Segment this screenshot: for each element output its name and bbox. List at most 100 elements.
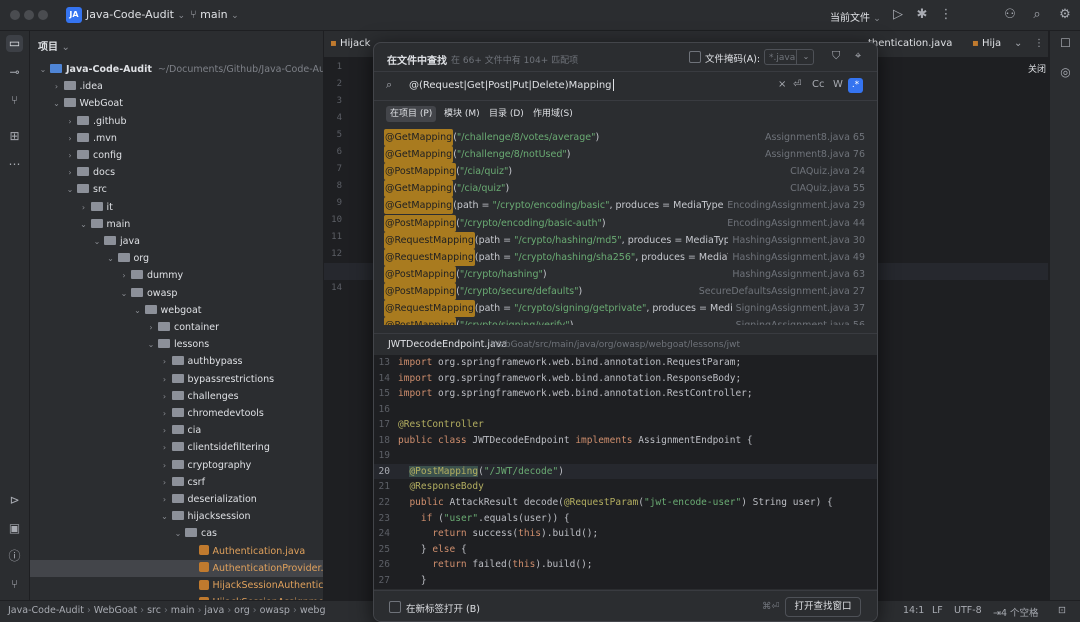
tree-item[interactable]: › chromedevtools — [30, 405, 323, 422]
result-row[interactable]: @PostMapping("/crypto/hashing") HashingAs… — [374, 265, 877, 283]
breadcrumb-item[interactable]: java — [204, 605, 224, 616]
chevron-right-icon[interactable]: › — [160, 388, 170, 405]
more-icon[interactable]: ⋮ — [938, 7, 954, 23]
tree-item[interactable]: › cryptography — [30, 457, 323, 474]
tree-item[interactable]: › cia — [30, 422, 323, 439]
search-input[interactable]: @(Request|Get|Post|Put|Delete)Mapping — [409, 79, 614, 91]
scope-tab[interactable]: 在项目 (P) — [386, 106, 437, 122]
clear-icon[interactable]: × — [778, 79, 786, 90]
tree-item[interactable]: Authentication.java — [30, 543, 323, 560]
tree-item[interactable]: › authbypass — [30, 353, 323, 370]
folder-icon[interactable]: ▭ — [6, 35, 23, 52]
result-row[interactable]: @PostMapping("/crypto/signing/verify")Si… — [374, 317, 877, 325]
tree-item[interactable]: › clientsidefiltering — [30, 439, 323, 456]
result-row[interactable]: @RequestMapping(path = "/crypto/hashing/… — [374, 231, 877, 249]
file-encoding[interactable]: UTF-8 — [954, 605, 982, 616]
chevron-down-icon[interactable]: ⌄ — [160, 508, 170, 525]
chevron-right-icon[interactable]: › — [52, 78, 62, 95]
chevron-right-icon[interactable]: › — [160, 371, 170, 388]
more-icon[interactable]: ⋮ — [1034, 38, 1044, 49]
caret-position[interactable]: 14:1 — [903, 605, 924, 616]
scope-tab[interactable]: 作用域(S) — [529, 106, 577, 122]
chevron-right-icon[interactable]: › — [160, 457, 170, 474]
pin-icon[interactable]: ⌖ — [855, 49, 861, 63]
more-tools-icon[interactable]: ⋯ — [6, 156, 23, 173]
tree-item[interactable]: › docs — [30, 164, 323, 181]
breadcrumb-item[interactable]: webg — [300, 605, 326, 616]
chevron-down-icon[interactable]: ⌄ — [38, 61, 48, 78]
tab-menu-icon[interactable]: ⌄ — [1014, 38, 1022, 49]
tree-item[interactable]: › dummy — [30, 267, 323, 284]
tree-item[interactable]: › .idea — [30, 78, 323, 95]
search-history-icon[interactable]: ⌕ — [386, 78, 392, 92]
match-case-toggle[interactable]: Cc — [812, 79, 824, 90]
chevron-down-icon[interactable]: ⌄ — [106, 250, 116, 267]
tree-item[interactable]: ⌄ webgoat — [30, 302, 323, 319]
tree-item[interactable]: ⌄ lessons — [30, 336, 323, 353]
project-name[interactable]: Java-Code-Audit ⌄ — [86, 8, 185, 21]
chevron-right-icon[interactable]: › — [160, 474, 170, 491]
code-preview[interactable]: 13 import org.springframework.web.bind.an… — [374, 355, 877, 589]
ai-assistant-icon[interactable]: ◎ — [1057, 64, 1074, 81]
debug-icon[interactable]: ✱ — [914, 7, 930, 23]
chevron-down-icon[interactable]: ⌄ — [146, 336, 156, 353]
chevron-right-icon[interactable]: › — [65, 147, 75, 164]
project-badge[interactable]: JA — [66, 7, 82, 23]
tree-item[interactable]: ⌄ main — [30, 216, 323, 233]
file-mask-checkbox[interactable] — [689, 51, 701, 63]
tree-item[interactable]: › container — [30, 319, 323, 336]
breadcrumb-item[interactable]: src — [147, 605, 161, 616]
tree-item[interactable]: › .mvn — [30, 130, 323, 147]
project-panel-title[interactable]: 项目 ⌄ — [38, 38, 70, 53]
terminal-icon[interactable]: ▣ — [6, 520, 23, 537]
tree-item[interactable]: ⌄ owasp — [30, 285, 323, 302]
chevron-down-icon[interactable]: ⌄ — [796, 49, 815, 65]
search-field[interactable]: ⌕ @(Request|Get|Post|Put|Delete)Mapping … — [374, 71, 877, 101]
breadcrumb-item[interactable]: WebGoat — [94, 605, 137, 616]
open-in-new-tab-checkbox[interactable] — [389, 601, 401, 613]
regex-toggle[interactable]: .* — [848, 78, 863, 93]
commit-icon[interactable]: ⊸ — [6, 64, 23, 81]
indent-setting[interactable]: ⇥4 个空格 — [993, 605, 1039, 619]
chevron-down-icon[interactable]: ⌄ — [52, 95, 62, 112]
search-icon[interactable]: ⌕ — [1029, 7, 1045, 23]
zoom-window-button[interactable] — [38, 10, 48, 20]
breadcrumb-item[interactable]: org — [234, 605, 250, 616]
tree-item[interactable]: › csrf — [30, 474, 323, 491]
result-row[interactable]: @GetMapping("/challenge/8/notUsed") Assig… — [374, 146, 877, 164]
chevron-right-icon[interactable]: › — [160, 491, 170, 508]
breadcrumb-item[interactable]: Java-Code-Audit — [8, 605, 84, 616]
tree-item[interactable]: ⌄ src — [30, 181, 323, 198]
run-config-selector[interactable]: 当前文件 ⌄ — [830, 9, 881, 24]
chevron-down-icon[interactable]: ⌄ — [92, 233, 102, 250]
close-hint[interactable]: 关闭 — [1028, 62, 1046, 75]
tab-authentication[interactable]: thentication.java — [868, 38, 952, 49]
breadcrumb-item[interactable]: owasp — [260, 605, 290, 616]
breadcrumb-item[interactable]: main — [171, 605, 195, 616]
problems-icon[interactable]: ⓘ — [6, 548, 23, 565]
pull-request-icon[interactable]: ⑂ — [6, 92, 23, 109]
chevron-down-icon[interactable]: ⌄ — [173, 525, 183, 542]
chevron-right-icon[interactable]: › — [65, 130, 75, 147]
chevron-down-icon[interactable]: ⌄ — [65, 181, 75, 198]
tree-item[interactable]: ⌄ hijacksession — [30, 508, 323, 525]
chevron-right-icon[interactable]: › — [79, 199, 89, 216]
services-icon[interactable]: ⊳ — [6, 492, 23, 509]
tree-item[interactable]: › challenges — [30, 388, 323, 405]
branch-selector[interactable]: ⑂ main ⌄ — [190, 8, 239, 21]
chevron-down-icon[interactable]: ⌄ — [79, 216, 89, 233]
filter-icon[interactable]: ⛉ — [832, 49, 840, 63]
tree-item[interactable]: ⌄ org — [30, 250, 323, 267]
result-row[interactable]: @RequestMapping(path = "/crypto/signing/… — [374, 300, 877, 317]
result-row[interactable]: @PostMapping("/crypto/secure/defaults") S… — [374, 282, 877, 300]
tab-hijack[interactable]: ▪ Hijack — [330, 38, 370, 49]
open-find-window-button[interactable]: 打开查找窗口 — [785, 597, 861, 617]
chevron-right-icon[interactable]: › — [160, 405, 170, 422]
chevron-right-icon[interactable]: › — [160, 439, 170, 456]
result-row[interactable]: @GetMapping("/challenge/8/votes/average"… — [374, 129, 877, 146]
tree-item[interactable]: › .github — [30, 113, 323, 130]
structure-icon[interactable]: ⊞ — [6, 128, 23, 145]
gear-icon[interactable]: ⚙ — [1057, 7, 1073, 23]
tree-item[interactable]: › config — [30, 147, 323, 164]
result-row[interactable]: @GetMapping(path = "/crypto/encoding/bas… — [374, 197, 877, 215]
